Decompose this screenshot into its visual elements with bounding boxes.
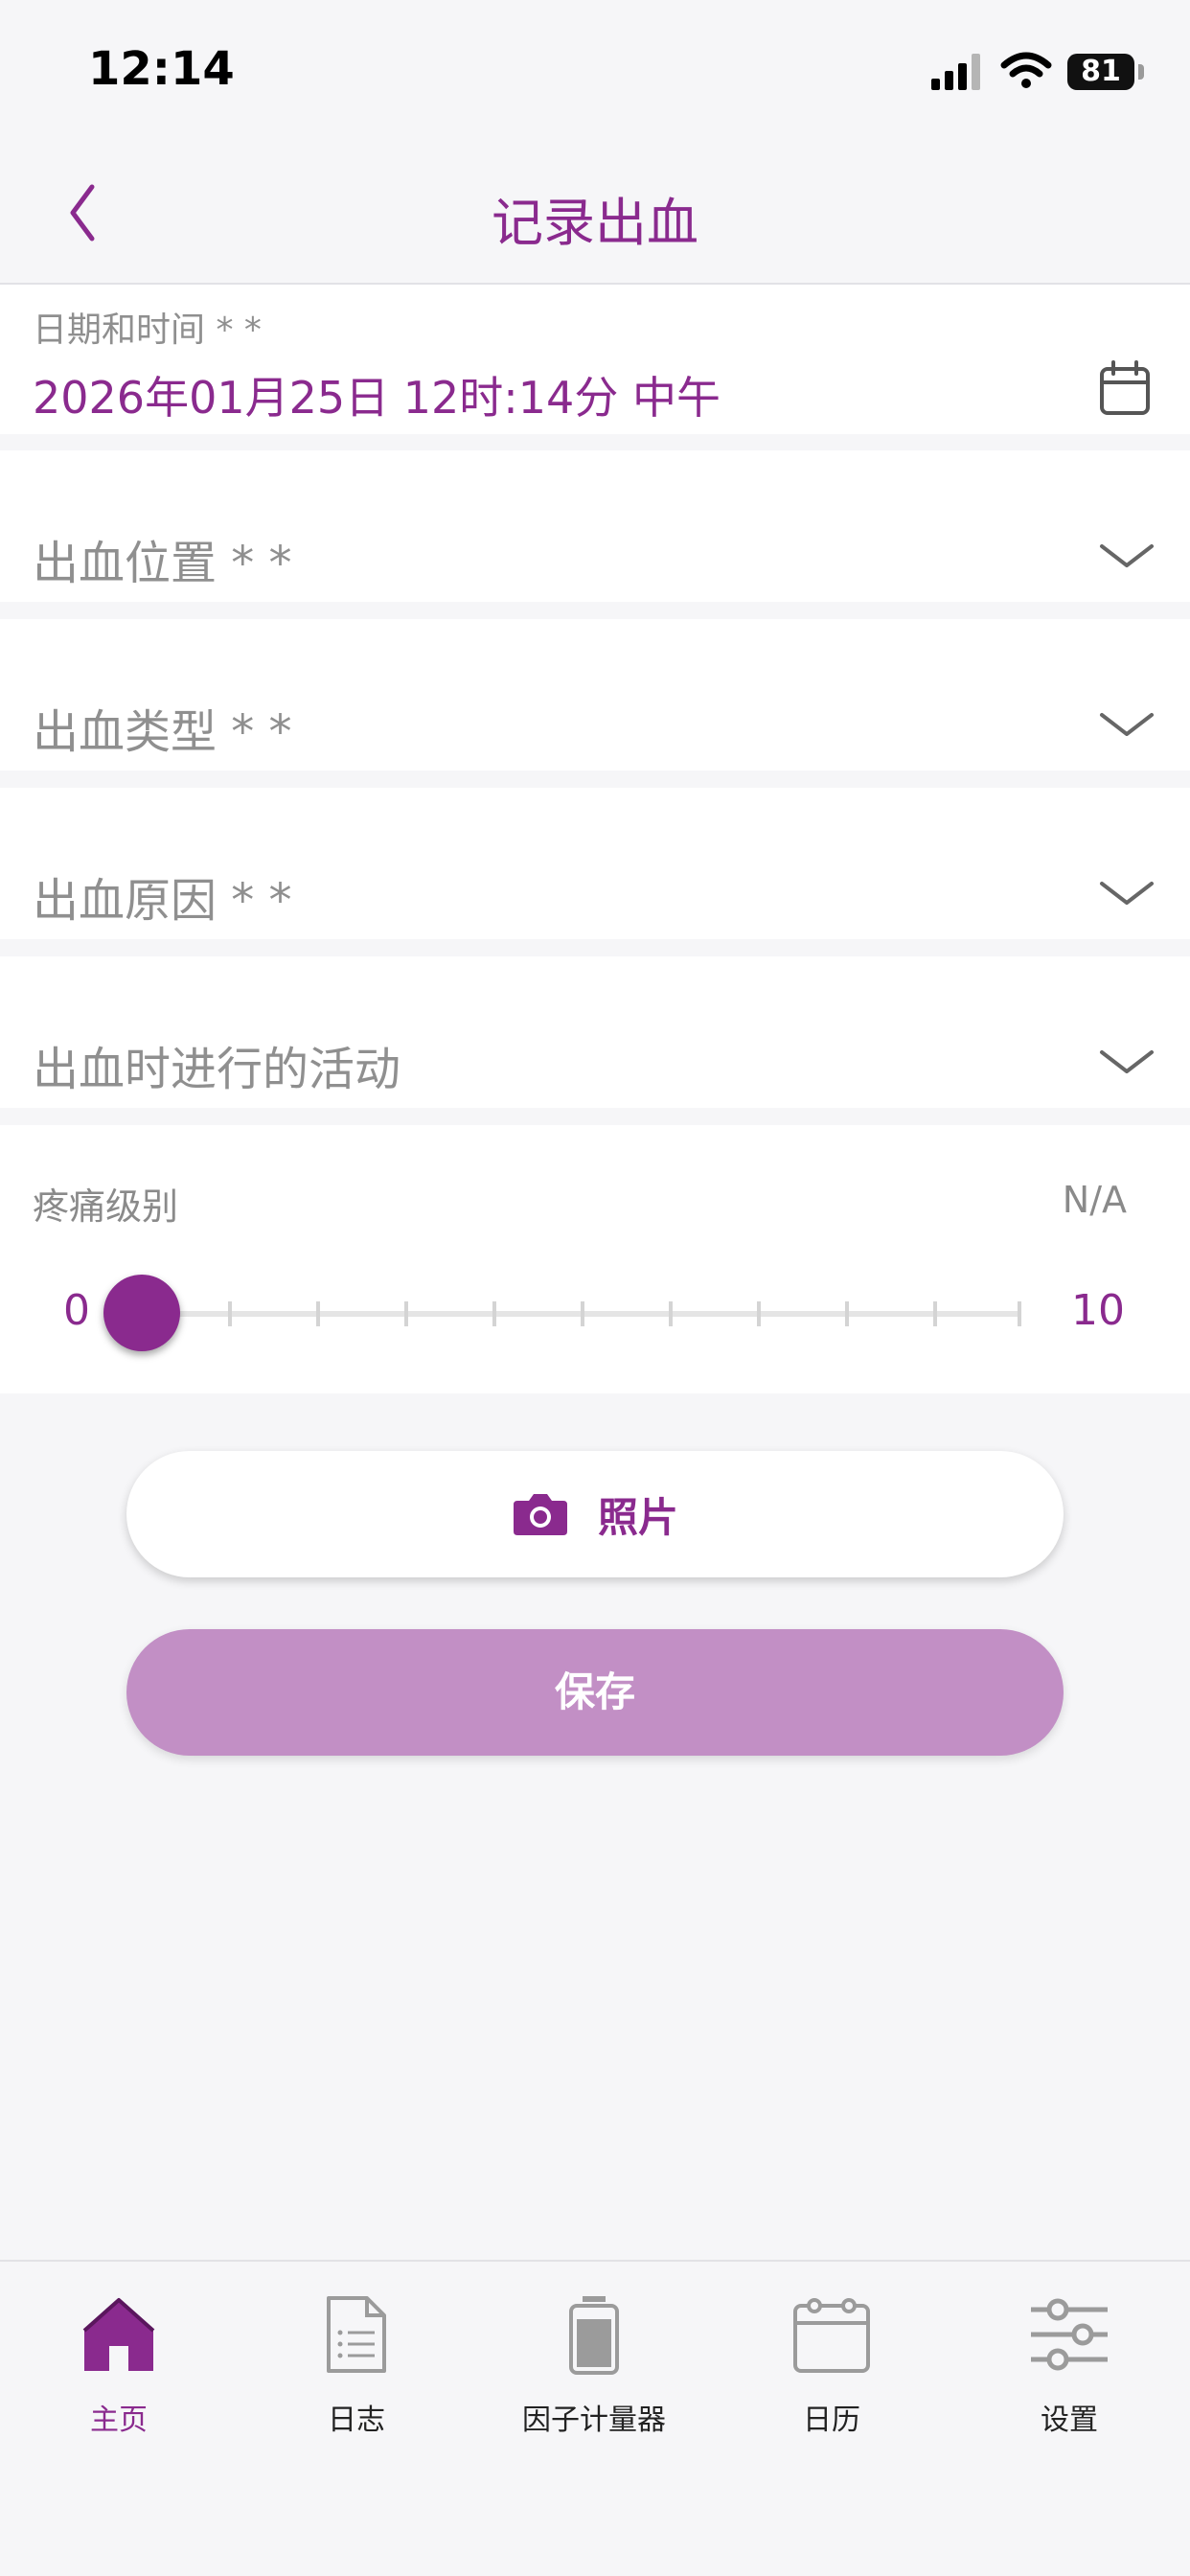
- tab-log[interactable]: 日志: [238, 2262, 475, 2463]
- pain-level-value: N/A: [1062, 1179, 1127, 1221]
- slider-tick: [933, 1301, 937, 1326]
- slider-tick: [316, 1301, 320, 1326]
- battery-tip: [1138, 64, 1144, 80]
- pain-slider-thumb[interactable]: [103, 1275, 180, 1351]
- bleed-location-select[interactable]: 出血位置 * *: [0, 450, 1190, 602]
- log-icon: [327, 2296, 386, 2373]
- tab-settings-label: 设置: [1041, 2404, 1098, 2437]
- bleed-location-label: 出血位置 * *: [33, 537, 292, 590]
- nav-bar: 记录出血: [0, 139, 1190, 285]
- slider-tick: [757, 1301, 761, 1326]
- bleed-type-label: 出血类型 * *: [33, 705, 292, 759]
- chevron-down-icon: [1100, 713, 1154, 736]
- chevron-down-icon: [1100, 1050, 1154, 1073]
- factor-meter-icon: [569, 2296, 619, 2375]
- slider-tick: [404, 1301, 408, 1326]
- tab-calendar-label: 日历: [803, 2404, 860, 2437]
- tab-log-label: 日志: [328, 2404, 385, 2437]
- slider-tick: [581, 1301, 584, 1326]
- tab-home-label: 主页: [90, 2404, 148, 2437]
- photo-button[interactable]: 照片: [126, 1451, 1064, 1577]
- pain-level-label: 疼痛级别: [33, 1185, 179, 1228]
- slider-tick: [669, 1301, 673, 1326]
- settings-icon: [1031, 2298, 1108, 2371]
- datetime-label: 日期和时间 * *: [33, 310, 262, 350]
- chevron-down-icon: [1100, 882, 1154, 905]
- tab-factor-meter[interactable]: 因子计量器: [475, 2262, 713, 2463]
- chevron-down-icon: [1100, 544, 1154, 567]
- photo-button-label: 照片: [597, 1493, 678, 1541]
- tab-home[interactable]: 主页: [0, 2262, 238, 2463]
- slider-tick: [228, 1301, 232, 1326]
- datetime-field[interactable]: 日期和时间 * * 2026年01月25日 12时:14分 中午: [0, 285, 1190, 434]
- bleed-type-select[interactable]: 出血类型 * *: [0, 619, 1190, 770]
- pain-level-card: 疼痛级别 N/A 0 10: [0, 1125, 1190, 1393]
- slider-tick: [1018, 1301, 1021, 1326]
- home-icon: [82, 2298, 155, 2371]
- page-title: 记录出血: [492, 193, 698, 253]
- tab-factor-meter-label: 因子计量器: [522, 2404, 666, 2437]
- datetime-value[interactable]: 2026年01月25日 12时:14分 中午: [33, 363, 721, 426]
- home-indicator-area: [0, 2461, 1190, 2576]
- calendar-icon[interactable]: [1098, 359, 1152, 417]
- signal-icon: [931, 54, 980, 90]
- bleed-cause-select[interactable]: 出血原因 * *: [0, 788, 1190, 939]
- bleed-activity-select[interactable]: 出血时进行的活动: [0, 956, 1190, 1108]
- tab-settings[interactable]: 设置: [950, 2262, 1188, 2463]
- battery-icon: 81: [1067, 54, 1134, 90]
- status-time: 12:14: [88, 42, 235, 96]
- status-bar: 12:14 81: [0, 0, 1190, 139]
- tab-bar: 主页 日志 因子计量器 日历 设置: [0, 2260, 1190, 2463]
- tab-calendar[interactable]: 日历: [713, 2262, 950, 2463]
- bleed-cause-label: 出血原因 * *: [33, 874, 292, 928]
- wifi-icon: [1000, 52, 1052, 88]
- camera-icon: [513, 1494, 567, 1535]
- slider-tick: [845, 1301, 849, 1326]
- slider-tick: [492, 1301, 496, 1326]
- save-button[interactable]: 保存: [126, 1629, 1064, 1756]
- pain-min-label: 0: [63, 1286, 90, 1335]
- pain-max-label: 10: [1071, 1286, 1125, 1335]
- calendar-icon: [793, 2298, 870, 2373]
- bleed-activity-label: 出血时进行的活动: [33, 1043, 401, 1096]
- save-button-label: 保存: [554, 1668, 635, 1715]
